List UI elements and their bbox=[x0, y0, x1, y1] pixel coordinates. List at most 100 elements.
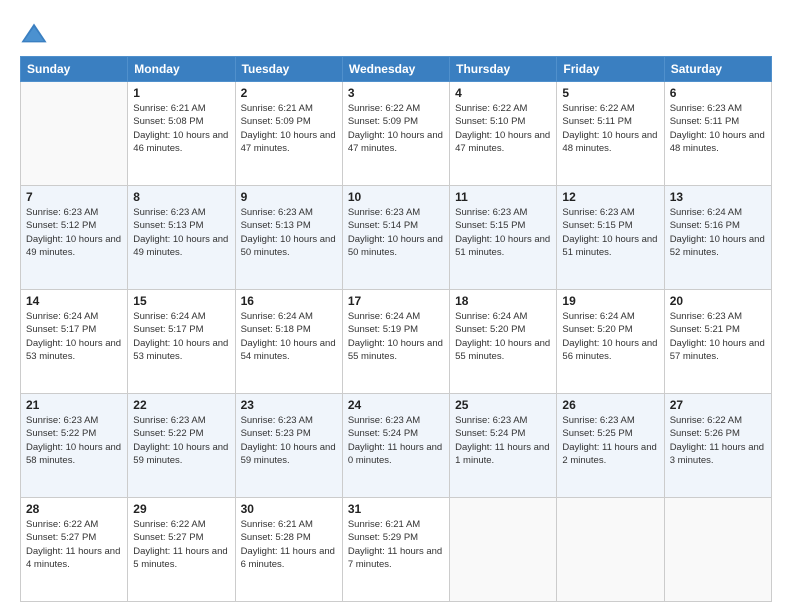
day-number: 14 bbox=[26, 294, 122, 308]
day-cell bbox=[664, 498, 771, 602]
day-info: Sunrise: 6:22 AMSunset: 5:27 PMDaylight:… bbox=[26, 518, 122, 571]
day-cell: 19 Sunrise: 6:24 AMSunset: 5:20 PMDayligh… bbox=[557, 290, 664, 394]
day-info: Sunrise: 6:23 AMSunset: 5:13 PMDaylight:… bbox=[133, 206, 229, 259]
day-info: Sunrise: 6:24 AMSunset: 5:18 PMDaylight:… bbox=[241, 310, 337, 363]
day-cell: 12 Sunrise: 6:23 AMSunset: 5:15 PMDayligh… bbox=[557, 186, 664, 290]
week-row-3: 21 Sunrise: 6:23 AMSunset: 5:22 PMDayligh… bbox=[21, 394, 772, 498]
day-number: 3 bbox=[348, 86, 444, 100]
day-info: Sunrise: 6:24 AMSunset: 5:17 PMDaylight:… bbox=[133, 310, 229, 363]
day-number: 19 bbox=[562, 294, 658, 308]
day-info: Sunrise: 6:23 AMSunset: 5:13 PMDaylight:… bbox=[241, 206, 337, 259]
day-cell: 17 Sunrise: 6:24 AMSunset: 5:19 PMDayligh… bbox=[342, 290, 449, 394]
day-cell: 22 Sunrise: 6:23 AMSunset: 5:22 PMDayligh… bbox=[128, 394, 235, 498]
col-header-saturday: Saturday bbox=[664, 57, 771, 82]
day-number: 13 bbox=[670, 190, 766, 204]
day-info: Sunrise: 6:23 AMSunset: 5:22 PMDaylight:… bbox=[133, 414, 229, 467]
week-row-1: 7 Sunrise: 6:23 AMSunset: 5:12 PMDaylight… bbox=[21, 186, 772, 290]
logo-icon bbox=[20, 20, 48, 48]
day-info: Sunrise: 6:24 AMSunset: 5:19 PMDaylight:… bbox=[348, 310, 444, 363]
calendar-table: SundayMondayTuesdayWednesdayThursdayFrid… bbox=[20, 56, 772, 602]
header bbox=[20, 16, 772, 48]
day-cell: 10 Sunrise: 6:23 AMSunset: 5:14 PMDayligh… bbox=[342, 186, 449, 290]
day-number: 23 bbox=[241, 398, 337, 412]
day-number: 22 bbox=[133, 398, 229, 412]
day-info: Sunrise: 6:23 AMSunset: 5:12 PMDaylight:… bbox=[26, 206, 122, 259]
day-number: 20 bbox=[670, 294, 766, 308]
day-info: Sunrise: 6:23 AMSunset: 5:15 PMDaylight:… bbox=[562, 206, 658, 259]
day-info: Sunrise: 6:21 AMSunset: 5:08 PMDaylight:… bbox=[133, 102, 229, 155]
col-header-thursday: Thursday bbox=[450, 57, 557, 82]
col-header-tuesday: Tuesday bbox=[235, 57, 342, 82]
day-number: 18 bbox=[455, 294, 551, 308]
day-info: Sunrise: 6:24 AMSunset: 5:16 PMDaylight:… bbox=[670, 206, 766, 259]
day-cell: 1 Sunrise: 6:21 AMSunset: 5:08 PMDaylight… bbox=[128, 82, 235, 186]
day-cell bbox=[21, 82, 128, 186]
day-info: Sunrise: 6:24 AMSunset: 5:20 PMDaylight:… bbox=[562, 310, 658, 363]
day-cell: 6Sunrise: 6:23 AMSunset: 5:11 PMDaylight… bbox=[664, 82, 771, 186]
day-number: 11 bbox=[455, 190, 551, 204]
day-cell: 3 Sunrise: 6:22 AMSunset: 5:09 PMDaylight… bbox=[342, 82, 449, 186]
day-number: 2 bbox=[241, 86, 337, 100]
day-cell: 4 Sunrise: 6:22 AMSunset: 5:10 PMDaylight… bbox=[450, 82, 557, 186]
day-info: Sunrise: 6:23 AMSunset: 5:21 PMDaylight:… bbox=[670, 310, 766, 363]
day-cell: 9 Sunrise: 6:23 AMSunset: 5:13 PMDaylight… bbox=[235, 186, 342, 290]
day-info: Sunrise: 6:21 AMSunset: 5:29 PMDaylight:… bbox=[348, 518, 444, 571]
day-number: 30 bbox=[241, 502, 337, 516]
day-number: 10 bbox=[348, 190, 444, 204]
day-info: Sunrise: 6:21 AMSunset: 5:09 PMDaylight:… bbox=[241, 102, 337, 155]
day-number: 5 bbox=[562, 86, 658, 100]
logo bbox=[20, 20, 52, 48]
day-number: 1 bbox=[133, 86, 229, 100]
day-info: Sunrise: 6:23 AMSunset: 5:24 PMDaylight:… bbox=[455, 414, 551, 467]
day-cell: 30 Sunrise: 6:21 AMSunset: 5:28 PMDayligh… bbox=[235, 498, 342, 602]
day-info: Sunrise: 6:23 AMSunset: 5:23 PMDaylight:… bbox=[241, 414, 337, 467]
day-info: Sunrise: 6:22 AMSunset: 5:10 PMDaylight:… bbox=[455, 102, 551, 155]
day-info: Sunrise: 6:24 AMSunset: 5:20 PMDaylight:… bbox=[455, 310, 551, 363]
day-cell: 5 Sunrise: 6:22 AMSunset: 5:11 PMDaylight… bbox=[557, 82, 664, 186]
day-info: Sunrise: 6:23 AMSunset: 5:22 PMDaylight:… bbox=[26, 414, 122, 467]
col-header-monday: Monday bbox=[128, 57, 235, 82]
day-number: 16 bbox=[241, 294, 337, 308]
day-cell: 24 Sunrise: 6:23 AMSunset: 5:24 PMDayligh… bbox=[342, 394, 449, 498]
day-number: 21 bbox=[26, 398, 122, 412]
day-info: Sunrise: 6:24 AMSunset: 5:17 PMDaylight:… bbox=[26, 310, 122, 363]
day-cell: 31 Sunrise: 6:21 AMSunset: 5:29 PMDayligh… bbox=[342, 498, 449, 602]
col-header-wednesday: Wednesday bbox=[342, 57, 449, 82]
day-number: 4 bbox=[455, 86, 551, 100]
day-info: Sunrise: 6:23 AMSunset: 5:11 PMDaylight:… bbox=[670, 102, 766, 155]
day-number: 27 bbox=[670, 398, 766, 412]
day-cell: 15 Sunrise: 6:24 AMSunset: 5:17 PMDayligh… bbox=[128, 290, 235, 394]
week-row-4: 28 Sunrise: 6:22 AMSunset: 5:27 PMDayligh… bbox=[21, 498, 772, 602]
day-number: 12 bbox=[562, 190, 658, 204]
day-cell: 25 Sunrise: 6:23 AMSunset: 5:24 PMDayligh… bbox=[450, 394, 557, 498]
week-row-0: 1 Sunrise: 6:21 AMSunset: 5:08 PMDaylight… bbox=[21, 82, 772, 186]
day-cell: 21 Sunrise: 6:23 AMSunset: 5:22 PMDayligh… bbox=[21, 394, 128, 498]
day-number: 7 bbox=[26, 190, 122, 204]
column-header-row: SundayMondayTuesdayWednesdayThursdayFrid… bbox=[21, 57, 772, 82]
day-info: Sunrise: 6:22 AMSunset: 5:27 PMDaylight:… bbox=[133, 518, 229, 571]
day-number: 15 bbox=[133, 294, 229, 308]
day-number: 25 bbox=[455, 398, 551, 412]
day-info: Sunrise: 6:22 AMSunset: 5:11 PMDaylight:… bbox=[562, 102, 658, 155]
day-number: 28 bbox=[26, 502, 122, 516]
day-cell: 27Sunrise: 6:22 AMSunset: 5:26 PMDayligh… bbox=[664, 394, 771, 498]
day-number: 17 bbox=[348, 294, 444, 308]
day-cell: 23 Sunrise: 6:23 AMSunset: 5:23 PMDayligh… bbox=[235, 394, 342, 498]
day-cell: 13 Sunrise: 6:24 AMSunset: 5:16 PMDayligh… bbox=[664, 186, 771, 290]
day-cell: 7 Sunrise: 6:23 AMSunset: 5:12 PMDaylight… bbox=[21, 186, 128, 290]
col-header-friday: Friday bbox=[557, 57, 664, 82]
day-cell: 11Sunrise: 6:23 AMSunset: 5:15 PMDayligh… bbox=[450, 186, 557, 290]
day-cell: 8Sunrise: 6:23 AMSunset: 5:13 PMDaylight… bbox=[128, 186, 235, 290]
day-number: 31 bbox=[348, 502, 444, 516]
day-cell: 26Sunrise: 6:23 AMSunset: 5:25 PMDayligh… bbox=[557, 394, 664, 498]
day-info: Sunrise: 6:21 AMSunset: 5:28 PMDaylight:… bbox=[241, 518, 337, 571]
day-number: 29 bbox=[133, 502, 229, 516]
day-cell: 29 Sunrise: 6:22 AMSunset: 5:27 PMDayligh… bbox=[128, 498, 235, 602]
day-info: Sunrise: 6:22 AMSunset: 5:09 PMDaylight:… bbox=[348, 102, 444, 155]
day-cell: 14 Sunrise: 6:24 AMSunset: 5:17 PMDayligh… bbox=[21, 290, 128, 394]
day-info: Sunrise: 6:23 AMSunset: 5:14 PMDaylight:… bbox=[348, 206, 444, 259]
day-cell bbox=[450, 498, 557, 602]
day-number: 24 bbox=[348, 398, 444, 412]
day-info: Sunrise: 6:23 AMSunset: 5:24 PMDaylight:… bbox=[348, 414, 444, 467]
day-number: 9 bbox=[241, 190, 337, 204]
